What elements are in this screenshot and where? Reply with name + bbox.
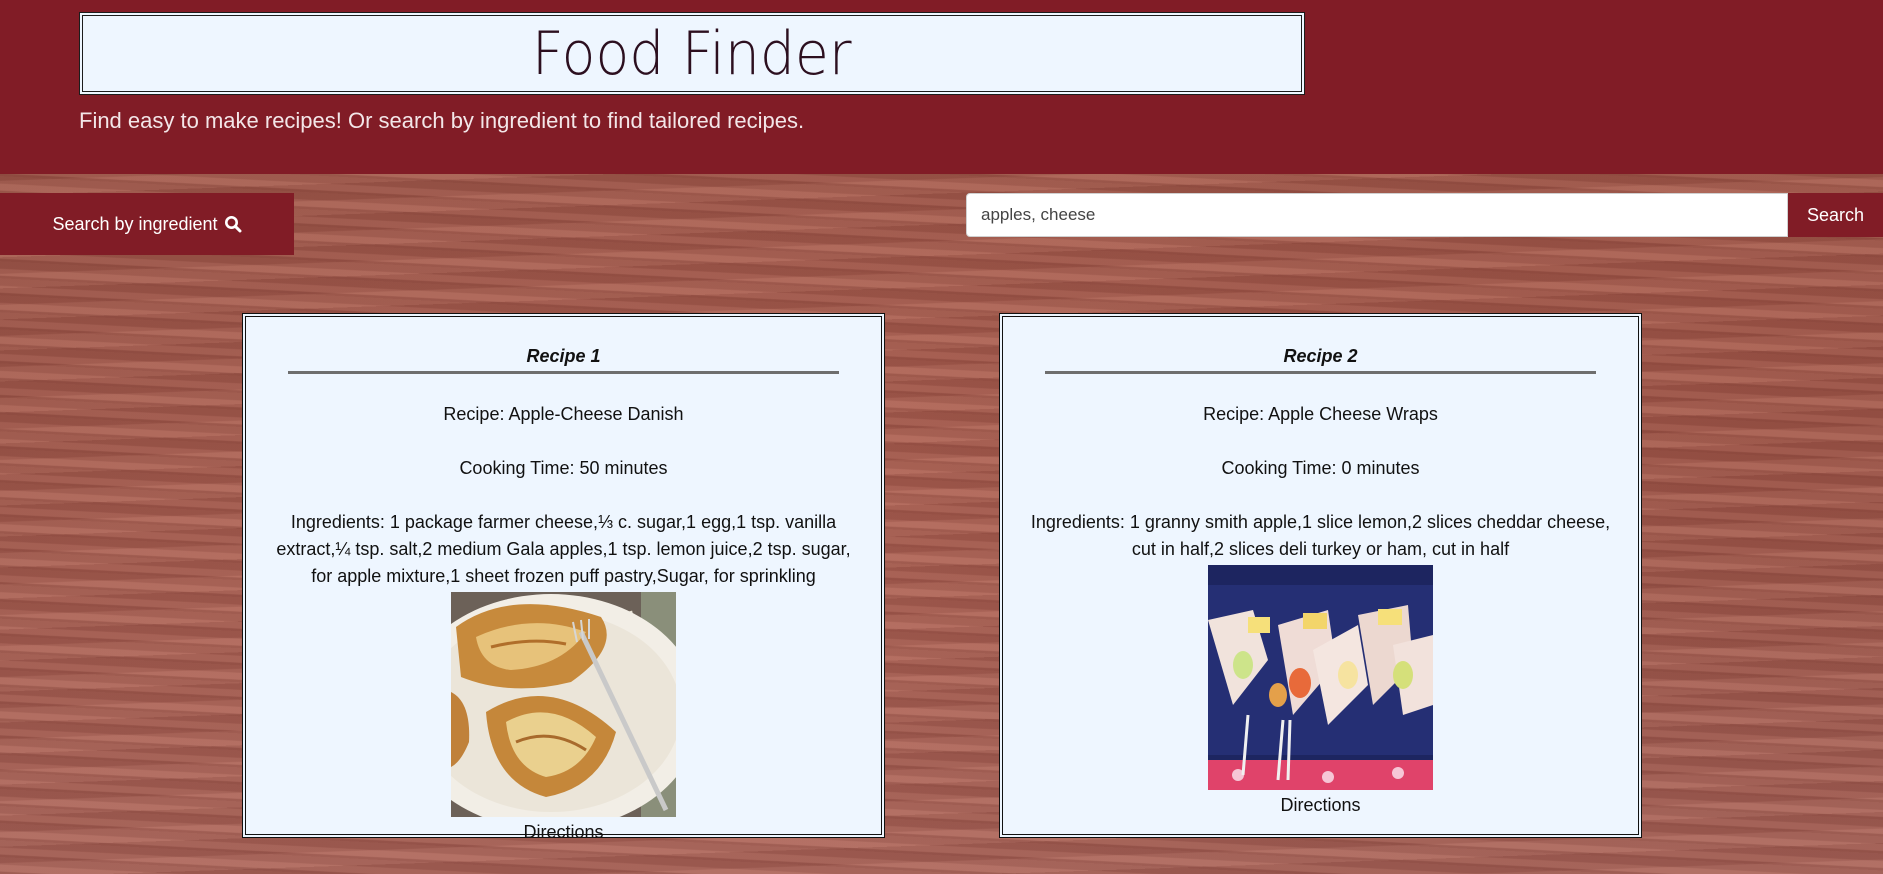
- recipe-cooking-time: Cooking Time: 50 minutes: [459, 458, 668, 478]
- directions-link[interactable]: Directions: [246, 819, 881, 846]
- recipe-card-2: Recipe 2 Recipe: Apple Cheese Wraps Cook…: [999, 313, 1642, 838]
- search-icon: [224, 215, 242, 233]
- recipe-ingredients: Ingredients: 1 package farmer cheese,⅓ c…: [276, 512, 851, 586]
- apple-cheese-wraps-photo: [1208, 565, 1433, 790]
- search-form: Search: [966, 193, 1883, 237]
- apple-cheese-danish-photo: [451, 592, 676, 817]
- search-button[interactable]: Search: [1788, 193, 1883, 237]
- page-subtitle: Find easy to make recipes! Or search by …: [79, 108, 805, 133]
- search-input[interactable]: [966, 193, 1788, 237]
- recipe-name: Recipe: Apple-Cheese Danish: [443, 404, 684, 424]
- recipe-cooking-time: Cooking Time: 0 minutes: [1221, 458, 1420, 478]
- recipe-heading: Recipe 1: [288, 345, 839, 374]
- page-title: Food Finder: [532, 18, 852, 89]
- recipe-heading: Recipe 2: [1045, 345, 1596, 374]
- search-by-ingredient-button[interactable]: Search by ingredient: [0, 193, 294, 255]
- directions-link[interactable]: Directions: [1003, 792, 1638, 819]
- recipe-card-1: Recipe 1 Recipe: Apple-Cheese Danish Coo…: [242, 313, 885, 842]
- title-box: Food Finder: [79, 12, 1305, 95]
- site-header: Food Finder Find easy to make recipes! O…: [0, 0, 1883, 174]
- recipe-ingredients: Ingredients: 1 granny smith apple,1 slic…: [1030, 512, 1611, 559]
- search-by-ingredient-label: Search by ingredient: [52, 213, 218, 234]
- recipe-name: Recipe: Apple Cheese Wraps: [1203, 404, 1438, 424]
